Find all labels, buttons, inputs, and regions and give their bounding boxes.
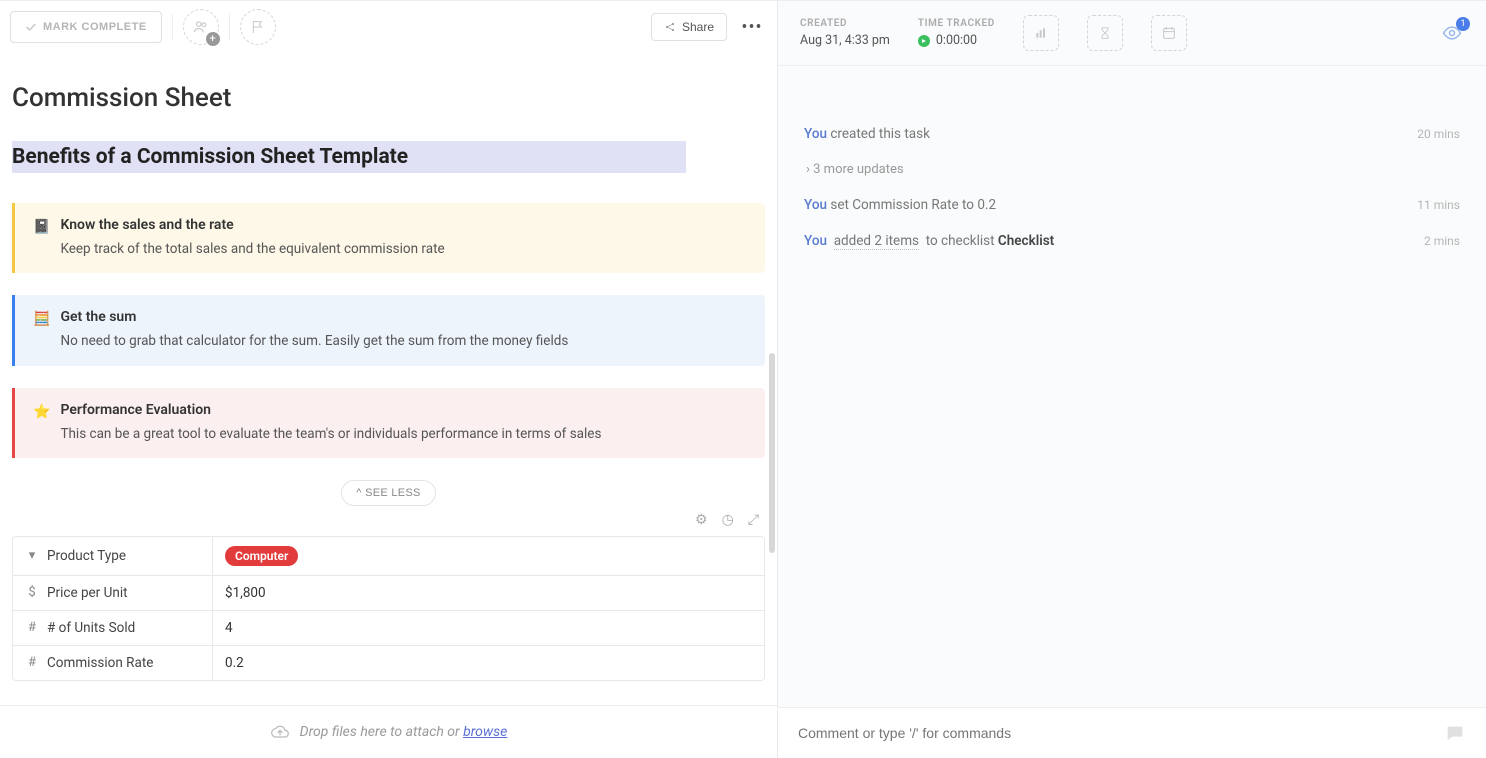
more-menu-button[interactable]: ••• <box>737 12 767 42</box>
callout-performance: ⭐ Performance Evaluation This can be a g… <box>12 388 765 458</box>
callout-title: Performance Evaluation <box>60 402 747 418</box>
callout-title: Know the sales and the rate <box>60 217 747 233</box>
field-row-product-type[interactable]: ▾ Product Type Computer <box>13 537 764 576</box>
date-button[interactable] <box>1151 15 1187 51</box>
notebook-icon: 📓 <box>33 217 50 259</box>
see-less-button[interactable]: ^ SEE LESS <box>341 480 435 506</box>
divider <box>229 14 230 40</box>
callout-desc: This can be a great tool to evaluate the… <box>60 424 747 444</box>
activity-time: 11 mins <box>1417 198 1460 212</box>
hourglass-icon <box>1098 25 1112 41</box>
dropdown-field-icon: ▾ <box>25 548 39 563</box>
field-value[interactable]: 4 <box>213 611 764 645</box>
field-label: Price per Unit <box>47 585 128 601</box>
field-value[interactable]: $1,800 <box>213 576 764 610</box>
expand-icon[interactable]: ⤢ <box>748 512 759 528</box>
mark-complete-button[interactable]: MARK COMPLETE <box>10 11 162 43</box>
field-row-units[interactable]: # # of Units Sold 4 <box>13 611 764 646</box>
created-value: Aug 31, 4:33 pm <box>800 33 890 48</box>
estimate-button[interactable] <box>1023 15 1059 51</box>
activity-actor: You <box>804 126 827 142</box>
watchers-count: 1 <box>1456 17 1470 31</box>
callout-know-sales: 📓 Know the sales and the rate Keep track… <box>12 203 765 273</box>
activity-time: 2 mins <box>1424 234 1460 248</box>
activity-text: set Commission Rate to 0.2 <box>827 197 996 213</box>
plus-badge-icon: + <box>206 32 220 46</box>
activity-item: You added 2 items to checklist Checklist… <box>804 233 1460 249</box>
browse-link[interactable]: browse <box>463 724 507 740</box>
hourglass-button[interactable] <box>1087 15 1123 51</box>
callout-get-sum: 🧮 Get the sum No need to grab that calcu… <box>12 295 765 365</box>
flag-icon <box>250 19 266 35</box>
share-icon <box>664 21 676 33</box>
settings-icon[interactable]: ⚙ <box>695 512 708 528</box>
watchers-button[interactable]: 1 <box>1440 23 1464 43</box>
activity-text: to checklist <box>926 233 998 249</box>
dropzone-text: Drop files here to attach or <box>300 724 463 740</box>
activity-item: You created this task 20 mins <box>804 126 1460 142</box>
activity-item: You set Commission Rate to 0.2 11 mins <box>804 197 1460 213</box>
callout-desc: Keep track of the total sales and the eq… <box>60 239 747 259</box>
benefits-heading: Benefits of a Commission Sheet Template <box>12 141 686 173</box>
created-label: CREATED <box>800 18 890 29</box>
field-value[interactable]: 0.2 <box>213 646 764 680</box>
comment-input[interactable] <box>798 725 1444 741</box>
assignee-add-button[interactable]: + <box>183 9 219 45</box>
field-row-commission-rate[interactable]: # Commission Rate 0.2 <box>13 646 764 680</box>
star-icon: ⭐ <box>33 402 50 444</box>
field-label: # of Units Sold <box>47 620 135 636</box>
cloud-upload-icon <box>270 722 290 742</box>
number-field-icon: # <box>25 620 39 635</box>
calendar-icon <box>1161 25 1177 41</box>
activity-feed: You created this task 20 mins 3 more upd… <box>778 66 1486 707</box>
chat-icon[interactable] <box>1444 722 1466 744</box>
number-field-icon: # <box>25 655 39 670</box>
attachment-dropzone[interactable]: Drop files here to attach or browse <box>0 705 777 758</box>
priority-button[interactable] <box>240 9 276 45</box>
custom-fields-table: ▾ Product Type Computer $ Price per Unit… <box>12 536 765 681</box>
activity-actor: You <box>804 233 827 249</box>
created-meta: CREATED Aug 31, 4:33 pm <box>800 18 890 48</box>
activity-text: created this task <box>827 126 930 142</box>
activity-actor: You <box>804 197 827 213</box>
currency-field-icon: $ <box>25 585 39 600</box>
bars-icon <box>1033 25 1049 41</box>
activity-link[interactable]: added 2 items <box>834 233 919 250</box>
share-label: Share <box>682 20 714 34</box>
history-icon[interactable]: ◷ <box>722 512 734 528</box>
check-icon <box>25 21 37 33</box>
activity-target: Checklist <box>998 233 1054 249</box>
product-type-tag[interactable]: Computer <box>225 546 298 566</box>
field-label: Commission Rate <box>47 655 153 671</box>
callout-desc: No need to grab that calculator for the … <box>60 331 747 351</box>
activity-time: 20 mins <box>1417 127 1460 141</box>
time-tracked-value: 0:00:00 <box>936 33 977 48</box>
more-updates-toggle[interactable]: 3 more updates <box>804 162 1460 177</box>
play-timer-button[interactable] <box>918 35 930 47</box>
mark-complete-label: MARK COMPLETE <box>43 21 147 33</box>
callout-title: Get the sum <box>60 309 747 325</box>
time-tracked-meta: TIME TRACKED 0:00:00 <box>918 18 995 48</box>
field-label: Product Type <box>47 548 126 564</box>
page-title: Commission Sheet <box>12 83 765 113</box>
field-row-price[interactable]: $ Price per Unit $1,800 <box>13 576 764 611</box>
scrollbar[interactable] <box>769 353 775 553</box>
divider <box>172 14 173 40</box>
time-tracked-label: TIME TRACKED <box>918 18 995 29</box>
abacus-icon: 🧮 <box>33 309 50 351</box>
share-button[interactable]: Share <box>651 13 727 41</box>
